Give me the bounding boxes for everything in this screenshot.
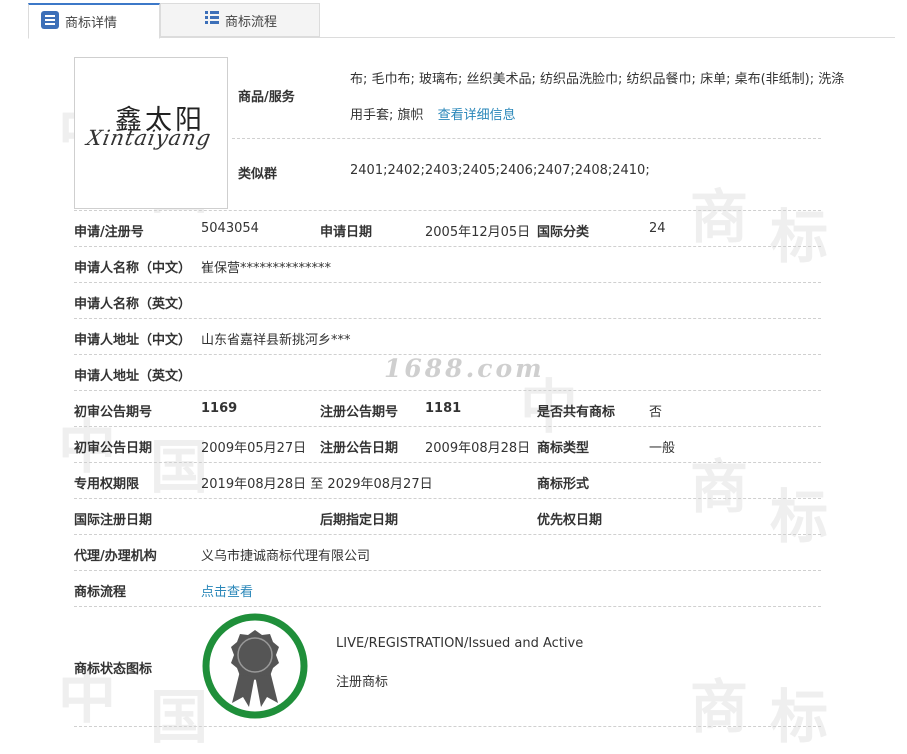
applicant-en-label: 申请人名称（英文） xyxy=(74,297,192,312)
exclusive-period-label: 专用权期限 xyxy=(74,477,140,492)
goods-services-tail: 用手套; 旗帜 xyxy=(350,108,424,123)
mark-type-label: 商标类型 xyxy=(537,441,590,456)
agent-label: 代理/办理机构 xyxy=(74,549,157,564)
similar-group-label: 类似群 xyxy=(238,167,278,182)
address-cn-value: 山东省嘉祥县新挑河乡*** xyxy=(201,333,351,348)
registered-badge-icon xyxy=(202,613,308,719)
tab-trademark-detail[interactable]: 商标详情 xyxy=(28,3,160,39)
status-english: LIVE/REGISTRATION/Issued and Active xyxy=(336,636,584,651)
divider xyxy=(74,246,821,247)
view-process-link[interactable]: 点击查看 xyxy=(201,581,253,600)
apply-date-label: 申请日期 xyxy=(320,225,373,240)
divider xyxy=(74,462,821,463)
address-en-label: 申请人地址（英文） xyxy=(74,369,192,384)
divider xyxy=(74,726,821,727)
reg-no-label: 申请/注册号 xyxy=(74,225,144,240)
goods-services-label: 商品/服务 xyxy=(238,90,295,105)
divider xyxy=(74,426,821,427)
mark-form-label: 商标形式 xyxy=(537,477,590,492)
prelim-date-label: 初审公告日期 xyxy=(74,441,153,456)
divider xyxy=(74,498,821,499)
goods-services-line2: 用手套; 旗帜 查看详细信息 xyxy=(350,104,516,123)
prelim-date-value: 2009年05月27日 xyxy=(201,441,307,456)
grid-icon xyxy=(205,11,219,29)
prelim-issue-label: 初审公告期号 xyxy=(74,405,153,420)
tab-divider xyxy=(160,37,895,38)
tab-label: 商标详情 xyxy=(65,16,118,31)
later-date-label: 后期指定日期 xyxy=(320,513,399,528)
status-icon-label: 商标状态图标 xyxy=(74,662,153,677)
apply-date-value: 2005年12月05日 xyxy=(425,225,531,240)
divider xyxy=(74,570,821,571)
goods-services-line1: 布; 毛巾布; 玻璃布; 丝织美术品; 纺织品洗脸巾; 纺织品餐巾; 床单; 桌… xyxy=(350,72,845,87)
address-cn-label: 申请人地址（中文） xyxy=(74,333,192,348)
logo-english-text: Xintaiyang xyxy=(84,126,214,150)
process-label: 商标流程 xyxy=(74,585,127,600)
agent-value: 义乌市捷诚商标代理有限公司 xyxy=(201,549,371,564)
status-chinese: 注册商标 xyxy=(336,675,389,690)
divider xyxy=(74,534,821,535)
intl-class-label: 国际分类 xyxy=(537,225,590,240)
similar-group-value: 2401;2402;2403;2405;2406;2407;2408;2410; xyxy=(350,163,650,178)
list-icon xyxy=(41,10,59,33)
priority-date-label: 优先权日期 xyxy=(537,513,603,528)
reg-issue-value: 1181 xyxy=(425,401,462,416)
applicant-cn-label: 申请人名称（中文） xyxy=(74,261,192,276)
intl-class-value: 24 xyxy=(649,221,666,236)
divider xyxy=(74,318,821,319)
shared-value: 否 xyxy=(649,405,663,420)
shared-label: 是否共有商标 xyxy=(537,405,616,420)
tab-trademark-process[interactable]: 商标流程 xyxy=(160,3,320,37)
applicant-cn-value: 崔保营************** xyxy=(201,261,332,276)
reg-issue-label: 注册公告期号 xyxy=(320,405,399,420)
reg-date-value: 2009年08月28日 xyxy=(425,441,531,456)
divider xyxy=(74,606,821,607)
divider xyxy=(74,210,821,211)
tab-bar: 商标详情 商标流程 xyxy=(0,0,907,39)
divider xyxy=(74,282,821,283)
view-detail-link[interactable]: 查看详细信息 xyxy=(438,108,516,123)
divider xyxy=(74,354,821,355)
reg-date-label: 注册公告日期 xyxy=(320,441,399,456)
divider xyxy=(74,390,821,391)
tab-label: 商标流程 xyxy=(225,14,278,30)
trademark-image: 鑫太阳 Xintaiyang xyxy=(74,57,228,209)
exclusive-period-value: 2019年08月28日 至 2029年08月27日 xyxy=(201,477,433,492)
mark-type-value: 一般 xyxy=(649,441,676,456)
divider xyxy=(232,138,821,139)
reg-no-value: 5043054 xyxy=(201,221,259,236)
prelim-issue-value: 1169 xyxy=(201,401,238,416)
intl-reg-date-label: 国际注册日期 xyxy=(74,513,153,528)
